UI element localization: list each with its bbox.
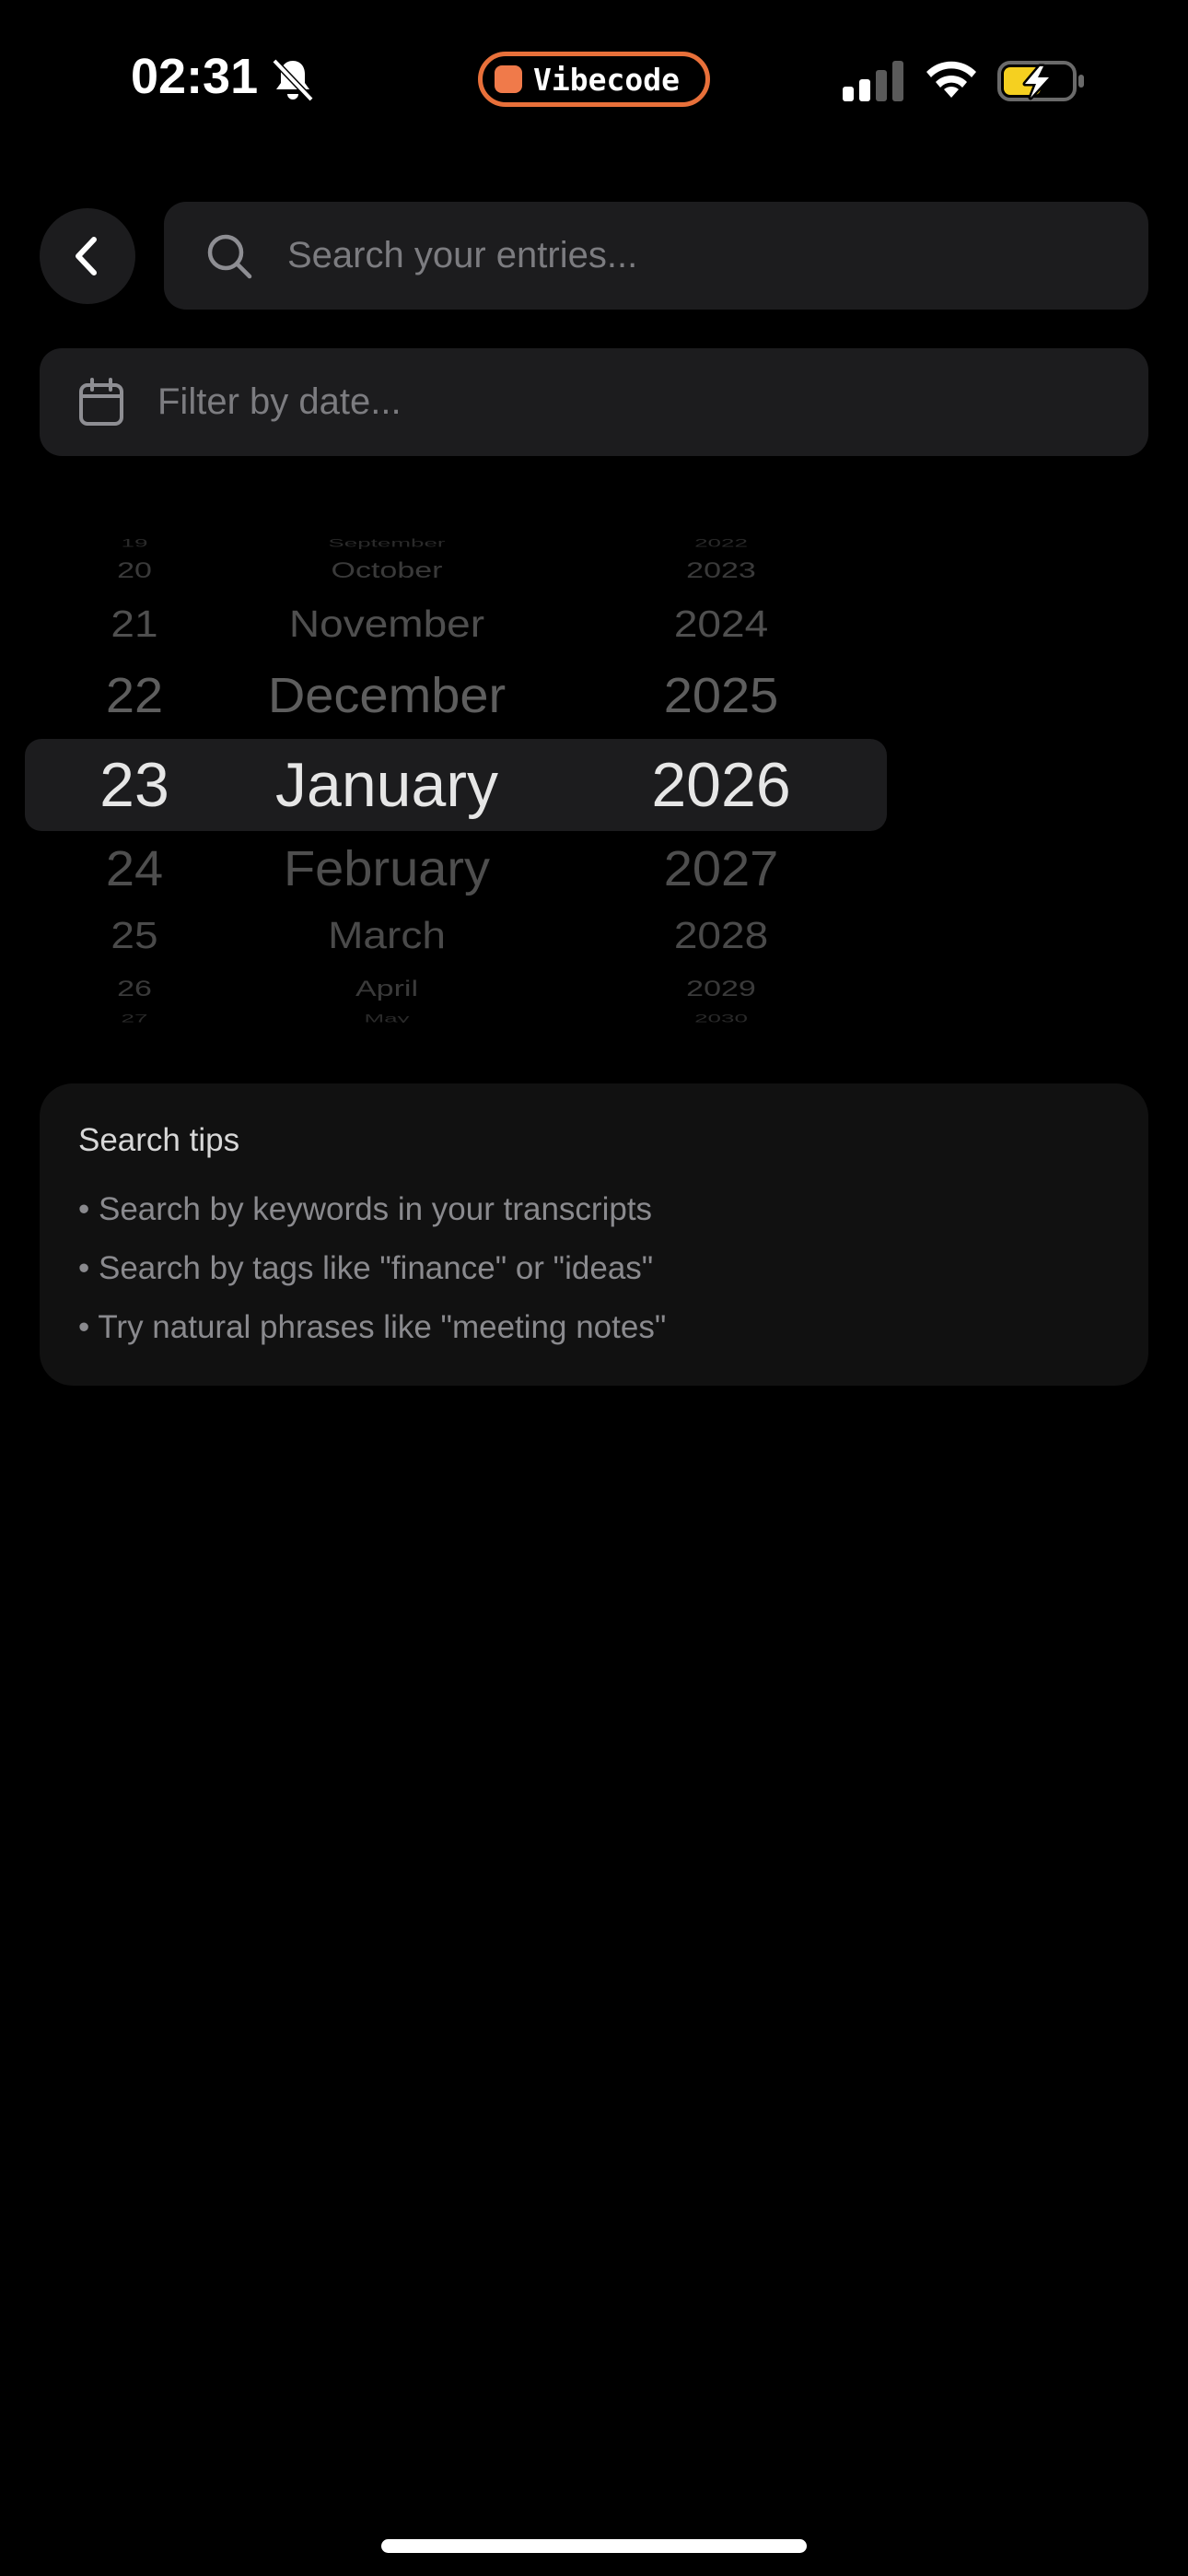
status-time: 02:31: [131, 49, 259, 104]
app-badge-label: Vibecode: [533, 61, 680, 98]
picker-day-item[interactable]: 27: [122, 1013, 148, 1023]
picker-month-item[interactable]: February: [284, 839, 490, 896]
picker-day-item[interactable]: 26: [117, 977, 152, 1001]
calendar-icon: [79, 377, 123, 426]
picker-year-item[interactable]: 2024: [674, 602, 768, 646]
picker-day-item[interactable]: 20: [117, 558, 152, 583]
chevron-left-icon: [76, 237, 97, 275]
search-input[interactable]: Search your entries...: [164, 202, 1148, 310]
picker-month-item[interactable]: October: [332, 558, 443, 583]
picker-year-item[interactable]: 2023: [686, 558, 756, 583]
picker-month-selected[interactable]: January: [275, 749, 498, 821]
picker-year-item[interactable]: 2029: [686, 977, 756, 1001]
search-tip-item: • Try natural phrases like "meeting note…: [78, 1309, 667, 1345]
picker-day-item[interactable]: 21: [111, 602, 157, 646]
wifi-icon: [926, 61, 976, 98]
picker-year-item[interactable]: 2027: [664, 839, 779, 896]
bell-slash-icon: [272, 58, 314, 102]
app-badge-dot: [495, 65, 522, 93]
picker-month-item[interactable]: December: [268, 666, 506, 723]
picker-month-item[interactable]: May: [364, 1013, 409, 1023]
picker-year-selected[interactable]: 2026: [651, 749, 790, 821]
date-wheel-picker[interactable]: 19 20 21 22 23 24 25 26 27 September Oct…: [0, 534, 903, 1023]
search-screen: 02:31 Vibecode Search your entries... Fi…: [0, 0, 1188, 2576]
search-tips-title: Search tips: [78, 1122, 240, 1158]
battery-charging-icon: [997, 61, 1084, 101]
date-filter-placeholder: Filter by date...: [157, 381, 402, 422]
back-button[interactable]: [40, 208, 135, 304]
search-tip-item: • Search by keywords in your transcripts: [78, 1191, 653, 1227]
picker-day-item[interactable]: 22: [106, 666, 163, 723]
app-badge[interactable]: Vibecode: [478, 52, 710, 107]
home-indicator[interactable]: [381, 2539, 807, 2553]
picker-month-item[interactable]: September: [328, 537, 445, 550]
search-icon: [207, 234, 252, 278]
picker-month-item[interactable]: March: [328, 913, 446, 957]
date-filter-field[interactable]: Filter by date...: [40, 348, 1148, 456]
picker-day-item[interactable]: 25: [111, 913, 157, 957]
picker-month-item[interactable]: November: [289, 602, 484, 646]
picker-day-item[interactable]: 24: [106, 839, 163, 896]
search-tips-card: Search tips • Search by keywords in your…: [40, 1083, 1148, 1386]
picker-year-item[interactable]: 2030: [694, 1013, 748, 1023]
picker-year-item[interactable]: 2022: [694, 537, 748, 550]
search-tip-item: • Search by tags like "finance" or "idea…: [78, 1250, 654, 1286]
picker-day-selected[interactable]: 23: [99, 749, 169, 821]
picker-year-item[interactable]: 2028: [674, 913, 768, 957]
cellular-signal-icon: [843, 61, 903, 101]
picker-year-item[interactable]: 2025: [664, 666, 779, 723]
search-placeholder: Search your entries...: [287, 235, 638, 275]
picker-month-item[interactable]: April: [355, 977, 418, 1001]
picker-day-item[interactable]: 19: [122, 537, 148, 550]
